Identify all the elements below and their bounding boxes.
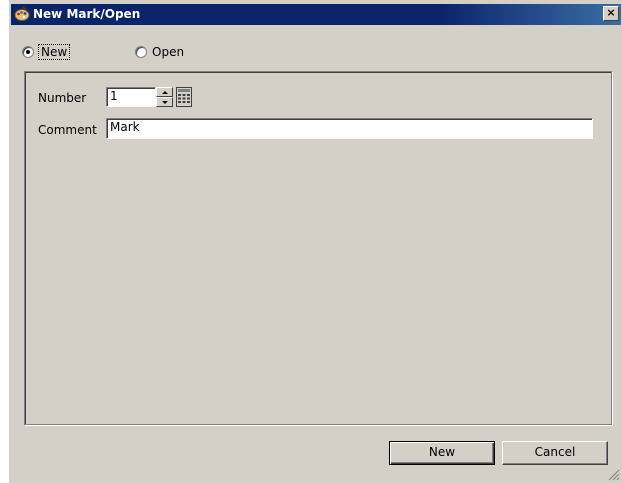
radio-open-circle[interactable] (135, 46, 147, 58)
title-bar[interactable]: New Mark/Open × (11, 4, 621, 25)
close-icon[interactable]: × (603, 6, 619, 21)
spin-down-button[interactable] (156, 97, 173, 107)
radio-open[interactable]: Open (135, 45, 184, 59)
radio-open-label: Open (152, 45, 185, 59)
keypad-icon[interactable] (176, 87, 192, 107)
spin-up-button[interactable] (156, 87, 173, 97)
cancel-button[interactable]: Cancel (502, 441, 608, 465)
radio-new[interactable]: New (22, 44, 71, 60)
comment-input[interactable]: Mark (106, 118, 593, 139)
new-button[interactable]: New (389, 441, 495, 465)
window-title: New Mark/Open (33, 7, 141, 21)
comment-label: Comment (38, 123, 97, 137)
number-input[interactable]: 1 (106, 87, 156, 107)
dialog-window: New Mark/Open × New Open Number 1 Commen… (8, 0, 622, 483)
radio-new-label: New (37, 44, 71, 60)
resize-grip-icon[interactable] (608, 469, 620, 481)
paint-palette-icon (14, 6, 30, 21)
radio-new-circle[interactable] (22, 46, 34, 58)
number-label: Number (38, 91, 87, 105)
number-spinner[interactable] (156, 87, 173, 107)
